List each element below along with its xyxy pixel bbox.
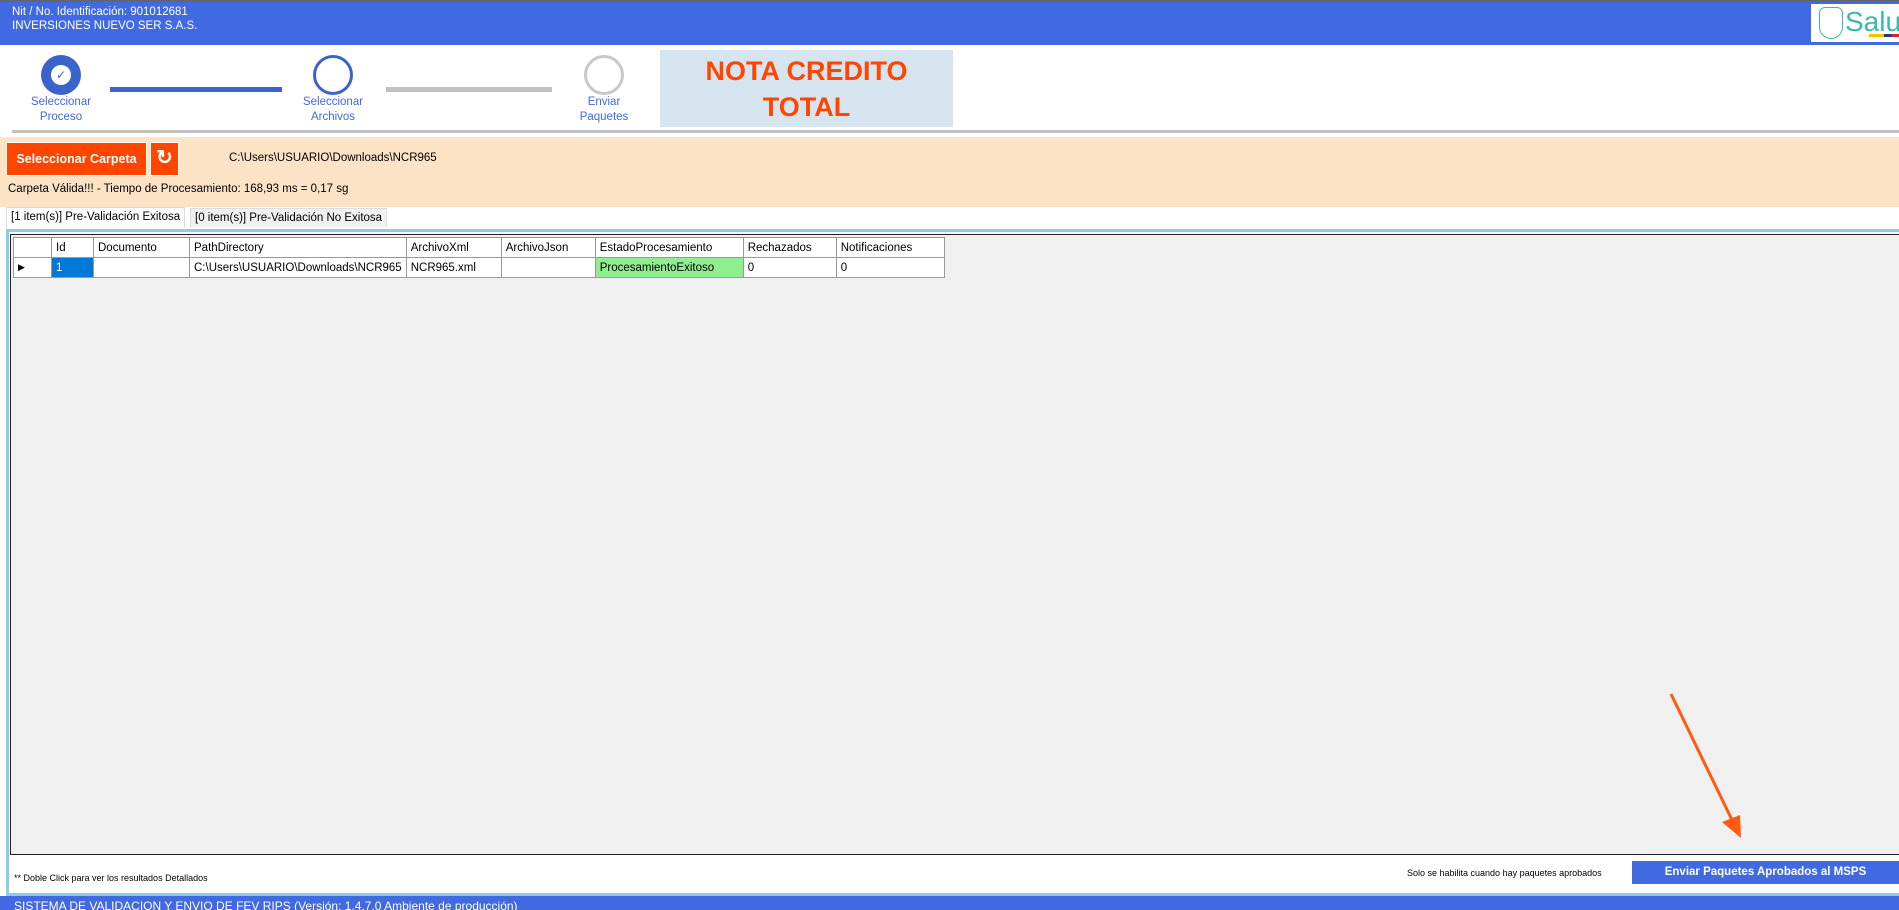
company-name: INVERSIONES NUEVO SER S.A.S. bbox=[12, 20, 198, 32]
step-2-label: Seleccionar Archivos bbox=[302, 96, 364, 123]
col-archivoxml[interactable]: ArchivoXml bbox=[405, 237, 502, 258]
folder-status: Carpeta Válida!!! - Tiempo de Procesamie… bbox=[8, 183, 349, 195]
cell-rechazados[interactable]: 0 bbox=[742, 257, 837, 278]
cell-documento[interactable] bbox=[93, 257, 190, 278]
step-2-active bbox=[313, 55, 353, 95]
tab-prevalidacion-no-exitosa[interactable]: [0 item(s)] Pre-Validación No Exitosa bbox=[190, 208, 388, 227]
table-header-row: Id Documento PathDirectory ArchivoXml Ar… bbox=[13, 237, 945, 258]
col-pathdirectory[interactable]: PathDirectory bbox=[189, 237, 407, 258]
results-table: Id Documento PathDirectory ArchivoXml Ar… bbox=[13, 237, 945, 278]
col-notificaciones[interactable]: Notificaciones bbox=[835, 237, 945, 258]
folder-panel bbox=[0, 137, 1899, 207]
select-folder-button[interactable]: Seleccionar Carpeta bbox=[6, 142, 147, 176]
status-footer: SISTEMA DE VALIDACION Y ENVIO DE FEV RIP… bbox=[0, 896, 1899, 910]
nit-label: Nit / No. Identificación: 901012681 bbox=[12, 6, 188, 18]
step-connector-2 bbox=[386, 87, 552, 92]
row-selector[interactable]: ▶ bbox=[13, 257, 52, 278]
step-1-done: ✓ bbox=[41, 55, 81, 95]
document-type-banner: NOTA CREDITO TOTAL bbox=[660, 50, 953, 127]
step-1-label: Seleccionar Proceso bbox=[30, 96, 92, 123]
folder-path: C:\Users\USUARIO\Downloads\NCR965 bbox=[229, 152, 437, 164]
check-icon: ✓ bbox=[51, 65, 71, 85]
cell-notificaciones[interactable]: 0 bbox=[835, 257, 945, 278]
step-3-label: Enviar Paquetes bbox=[579, 96, 629, 123]
refresh-button[interactable]: ↻ bbox=[150, 142, 179, 176]
salud-logo: Salud bbox=[1811, 4, 1899, 42]
send-approved-packages-button[interactable]: Enviar Paquetes Aprobados al MSPS bbox=[1632, 861, 1899, 884]
col-documento[interactable]: Documento bbox=[93, 237, 190, 258]
col-rechazados[interactable]: Rechazados bbox=[742, 237, 837, 258]
col-id[interactable]: Id bbox=[51, 237, 94, 258]
cell-estado[interactable]: ProcesamientoExitoso bbox=[594, 257, 744, 278]
table-row[interactable]: ▶ 1 C:\Users\USUARIO\Downloads\NCR965 NC… bbox=[13, 257, 945, 278]
flag-bar bbox=[1869, 34, 1899, 37]
step-3-pending bbox=[584, 55, 624, 95]
coat-of-arms-icon bbox=[1819, 7, 1843, 39]
step-connector-1 bbox=[110, 87, 282, 92]
cell-id[interactable]: 1 bbox=[51, 257, 94, 278]
tab-prevalidacion-exitosa[interactable]: [1 item(s)] Pre-Validación Exitosa bbox=[6, 207, 186, 228]
app-header: Nit / No. Identificación: 901012681 INVE… bbox=[0, 0, 1899, 45]
double-click-hint: ** Doble Click para ver los resultados D… bbox=[14, 873, 208, 883]
cell-xml[interactable]: NCR965.xml bbox=[405, 257, 502, 278]
cell-json[interactable] bbox=[500, 257, 596, 278]
col-estado[interactable]: EstadoProcesamiento bbox=[594, 237, 744, 258]
enable-note: Solo se habilita cuando hay paquetes apr… bbox=[1407, 868, 1602, 878]
divider bbox=[12, 130, 1899, 133]
col-archivojson[interactable]: ArchivoJson bbox=[500, 237, 596, 258]
refresh-icon: ↻ bbox=[156, 147, 173, 169]
results-grid[interactable]: Id Documento PathDirectory ArchivoXml Ar… bbox=[10, 234, 1899, 855]
cell-path[interactable]: C:\Users\USUARIO\Downloads\NCR965 bbox=[189, 257, 407, 278]
row-header-corner bbox=[13, 237, 52, 258]
